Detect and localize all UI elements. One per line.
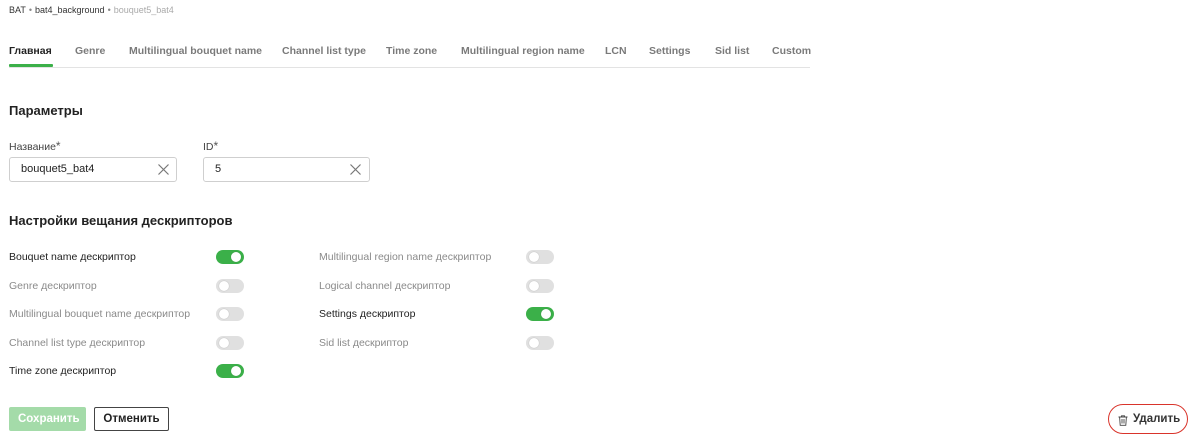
save-button[interactable]: Сохранить [9, 407, 86, 431]
descriptor-label-genre: Genre дескриптор [9, 280, 97, 292]
toggle-knob [219, 281, 229, 291]
descriptor-label-multilingual-bouquet-name: Multilingual bouquet name дескриптор [9, 308, 191, 320]
params-title: Параметры [9, 103, 83, 118]
required-mark: * [55, 139, 61, 153]
toggle-knob [231, 366, 241, 376]
required-mark: * [213, 139, 219, 153]
toggle-knob [219, 338, 229, 348]
id-field-label: ID* [203, 139, 218, 153]
descriptor-label-channel-list-type: Channel list type дескриптор [9, 337, 146, 349]
toggle-knob [541, 309, 551, 319]
close-icon[interactable] [156, 162, 171, 177]
tab-main[interactable]: Главная [9, 45, 52, 57]
descriptors-title: Настройки вещания дескрипторов [9, 213, 233, 228]
tab-settings[interactable]: Settings [649, 45, 690, 57]
tab-lcn[interactable]: LCN [605, 45, 627, 57]
toggle-multilingual-region-name[interactable] [526, 250, 554, 264]
tab-genre[interactable]: Genre [75, 45, 105, 57]
id-field-value[interactable]: 5 [215, 163, 221, 175]
tab-multilingual-region-name[interactable]: Multilingual region name [461, 45, 585, 57]
active-tab-indicator [9, 64, 53, 67]
descriptor-label-logical-channel: Logical channel дескриптор [319, 280, 451, 292]
breadcrumb-current: bouquet5_bat4 [113, 5, 174, 15]
descriptor-label-sid-list: Sid list дескриптор [319, 337, 409, 349]
toggle-multilingual-bouquet-name[interactable] [216, 307, 244, 321]
breadcrumb-root[interactable]: BAT [9, 5, 26, 15]
toggle-channel-list-type[interactable] [216, 336, 244, 350]
toggle-knob [529, 252, 539, 262]
toggle-knob [219, 309, 229, 319]
toggle-knob [529, 338, 539, 348]
trash-icon [1118, 415, 1128, 426]
descriptor-label-time-zone: Time zone дескриптор [9, 365, 117, 377]
name-label-text: Название [9, 141, 56, 153]
toggle-time-zone[interactable] [216, 364, 244, 378]
tab-custom[interactable]: Custom [772, 45, 811, 57]
toggle-knob [231, 252, 241, 262]
cancel-button[interactable]: Отменить [94, 407, 169, 431]
close-icon[interactable] [348, 162, 363, 177]
name-field-value[interactable]: bouquet5_bat4 [21, 163, 94, 175]
tab-bar: Главная Genre Multilingual bouquet name … [9, 39, 811, 68]
toggle-knob [529, 281, 539, 291]
delete-button[interactable]: Удалить [1108, 404, 1188, 434]
id-field[interactable]: 5 [203, 157, 370, 182]
breadcrumb: BAT • bat4_background • bouquet5_bat4 [9, 5, 174, 15]
descriptor-label-multilingual-region-name: Multilingual region name дескриптор [319, 251, 492, 263]
tab-channel-list-type[interactable]: Channel list type [282, 45, 366, 57]
tab-time-zone[interactable]: Time zone [386, 45, 437, 57]
tab-multilingual-bouquet-name[interactable]: Multilingual bouquet name [129, 45, 262, 57]
breadcrumb-separator: • [28, 5, 32, 15]
breadcrumb-parent[interactable]: bat4_background [35, 5, 105, 15]
toggle-genre[interactable] [216, 279, 244, 293]
id-label-text: ID [203, 141, 214, 153]
toggle-settings[interactable] [526, 307, 554, 321]
descriptor-label-bouquet-name: Bouquet name дескриптор [9, 251, 136, 263]
toggle-logical-channel[interactable] [526, 279, 554, 293]
toggle-bouquet-name[interactable] [216, 250, 244, 264]
name-field[interactable]: bouquet5_bat4 [9, 157, 177, 182]
descriptor-label-settings: Settings дескриптор [319, 308, 416, 320]
name-field-label: Название* [9, 139, 61, 153]
delete-button-label: Удалить [1133, 413, 1181, 425]
breadcrumb-separator: • [107, 5, 111, 15]
toggle-sid-list[interactable] [526, 336, 554, 350]
tab-sid-list[interactable]: Sid list [715, 45, 749, 57]
